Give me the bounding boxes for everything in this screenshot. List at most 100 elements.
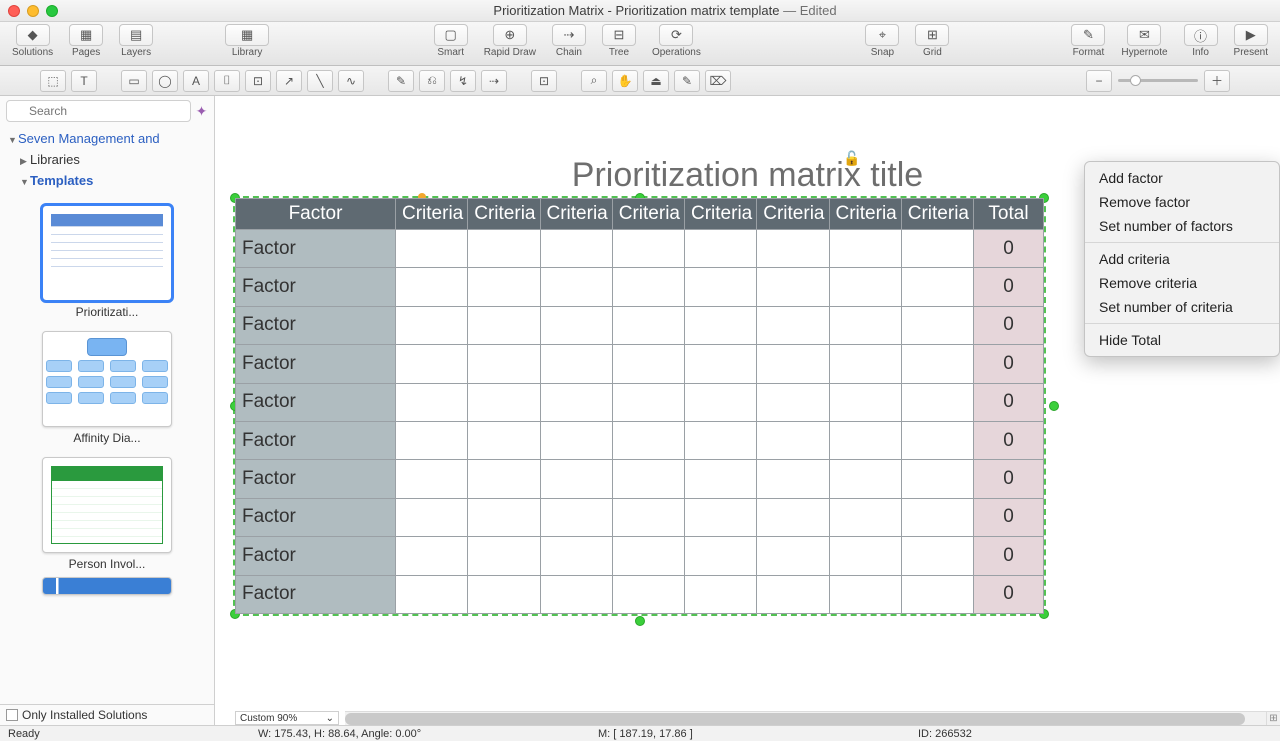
cell-criteria[interactable] — [468, 498, 540, 536]
cell-criteria[interactable] — [757, 306, 829, 344]
search-input[interactable] — [6, 100, 191, 122]
cell-factor[interactable]: Factor — [236, 345, 396, 383]
only-installed-row[interactable]: Only Installed Solutions — [0, 704, 214, 725]
cell-criteria[interactable] — [396, 306, 468, 344]
cell-criteria[interactable] — [901, 537, 973, 575]
library-button[interactable]: ▦ Library — [219, 22, 275, 58]
cell-criteria[interactable] — [829, 268, 901, 306]
cell-criteria[interactable] — [901, 268, 973, 306]
cell-criteria[interactable] — [540, 575, 612, 613]
tool-16[interactable]: ✋ — [612, 70, 638, 92]
tool-12[interactable]: ↯ — [450, 70, 476, 92]
close-icon[interactable] — [8, 5, 20, 17]
cell-criteria[interactable] — [829, 537, 901, 575]
table-row[interactable]: Factor0 — [236, 268, 1044, 306]
minimize-icon[interactable] — [27, 5, 39, 17]
cell-criteria[interactable] — [612, 498, 684, 536]
smart-button[interactable]: ▢Smart — [428, 22, 474, 58]
cell-total[interactable]: 0 — [974, 575, 1044, 613]
zoom-out-icon[interactable]: − — [1086, 70, 1112, 92]
zoom-slider[interactable]: − ＋ — [1086, 70, 1230, 92]
scroll-thumb[interactable] — [345, 713, 1245, 725]
cell-criteria[interactable] — [757, 383, 829, 421]
tool-13[interactable]: ⇢ — [481, 70, 507, 92]
col-factor[interactable]: Factor — [236, 199, 396, 230]
ctx-add-criteria[interactable]: Add criteria — [1085, 247, 1279, 271]
cell-criteria[interactable] — [612, 345, 684, 383]
cell-criteria[interactable] — [901, 460, 973, 498]
cell-criteria[interactable] — [757, 537, 829, 575]
context-menu[interactable]: Add factorRemove factorSet number of fac… — [1084, 161, 1280, 357]
tool-9[interactable]: ∿ — [338, 70, 364, 92]
tool-5[interactable]: ⌷ — [214, 70, 240, 92]
table-row[interactable]: Factor 0 — [236, 537, 1044, 575]
col-criteria[interactable]: Criteria — [540, 199, 612, 230]
tool-7[interactable]: ↗ — [276, 70, 302, 92]
table-row[interactable]: Factor 0 — [236, 575, 1044, 613]
cell-criteria[interactable] — [829, 345, 901, 383]
ctx-remove-criteria[interactable]: Remove criteria — [1085, 271, 1279, 295]
cell-criteria[interactable] — [540, 230, 612, 268]
cell-criteria[interactable] — [757, 460, 829, 498]
cell-criteria[interactable] — [757, 230, 829, 268]
chain-button[interactable]: ⇢Chain — [546, 22, 592, 58]
cell-total[interactable]: 0 — [974, 537, 1044, 575]
present-button[interactable]: ▶Present — [1228, 22, 1274, 58]
cell-criteria[interactable] — [540, 460, 612, 498]
cell-criteria[interactable] — [685, 498, 757, 536]
cell-criteria[interactable] — [829, 498, 901, 536]
cell-criteria[interactable] — [396, 268, 468, 306]
cell-factor[interactable]: Factor — [236, 575, 396, 613]
thumb-person[interactable]: Person Invol... — [0, 451, 214, 577]
tool-15[interactable]: ⌕ — [581, 70, 607, 92]
cell-total[interactable]: 0 — [974, 460, 1044, 498]
cell-criteria[interactable] — [612, 460, 684, 498]
cell-criteria[interactable] — [468, 460, 540, 498]
cell-criteria[interactable] — [829, 383, 901, 421]
cell-total[interactable]: 0 — [974, 230, 1044, 268]
hypernote-button[interactable]: ✉Hypernote — [1115, 22, 1173, 58]
cell-criteria[interactable] — [901, 383, 973, 421]
cell-criteria[interactable] — [468, 537, 540, 575]
col-criteria[interactable]: Criteria — [757, 199, 829, 230]
cell-criteria[interactable] — [757, 498, 829, 536]
cell-total[interactable]: 0 — [974, 498, 1044, 536]
cell-criteria[interactable] — [757, 345, 829, 383]
cell-total[interactable]: 0 — [974, 268, 1044, 306]
cell-criteria[interactable] — [468, 230, 540, 268]
table-row[interactable]: Factor0 — [236, 421, 1044, 459]
cell-criteria[interactable] — [468, 306, 540, 344]
cell-criteria[interactable] — [757, 575, 829, 613]
cell-criteria[interactable] — [468, 575, 540, 613]
cell-factor[interactable]: Factor — [236, 537, 396, 575]
corner-icon[interactable]: ⊞ — [1266, 711, 1280, 725]
info-button[interactable]: ⓘInfo — [1178, 22, 1224, 58]
cell-factor[interactable]: Factor — [236, 306, 396, 344]
wand-icon[interactable]: ✦ — [195, 101, 208, 121]
cell-criteria[interactable] — [685, 268, 757, 306]
cell-criteria[interactable] — [396, 421, 468, 459]
cell-criteria[interactable] — [612, 575, 684, 613]
table-row[interactable]: Factor0 — [236, 460, 1044, 498]
cell-criteria[interactable] — [468, 421, 540, 459]
thumb-prioritization[interactable]: Prioritizati... — [0, 199, 214, 325]
cell-criteria[interactable] — [396, 383, 468, 421]
col-criteria[interactable]: Criteria — [685, 199, 757, 230]
canvas[interactable]: Prioritization matrix title 🔓 FactorCrit… — [215, 96, 1280, 725]
cell-criteria[interactable] — [396, 345, 468, 383]
operations-button[interactable]: ⟳Operations — [646, 22, 707, 58]
ctx-hide-total[interactable]: Hide Total — [1085, 328, 1279, 352]
cell-criteria[interactable] — [685, 345, 757, 383]
zoom-thumb[interactable] — [1130, 75, 1141, 86]
col-criteria[interactable]: Criteria — [901, 199, 973, 230]
rapiddraw-button[interactable]: ⊕Rapid Draw — [478, 22, 542, 58]
pages-button[interactable]: ▦Pages — [63, 22, 109, 58]
cell-criteria[interactable] — [829, 230, 901, 268]
table-row[interactable]: Factor0 — [236, 230, 1044, 268]
cell-criteria[interactable] — [901, 421, 973, 459]
cell-criteria[interactable] — [612, 421, 684, 459]
snap-button[interactable]: ⌖Snap — [859, 22, 905, 58]
cell-criteria[interactable] — [540, 306, 612, 344]
cell-criteria[interactable] — [901, 575, 973, 613]
checkbox-icon[interactable] — [6, 709, 18, 721]
